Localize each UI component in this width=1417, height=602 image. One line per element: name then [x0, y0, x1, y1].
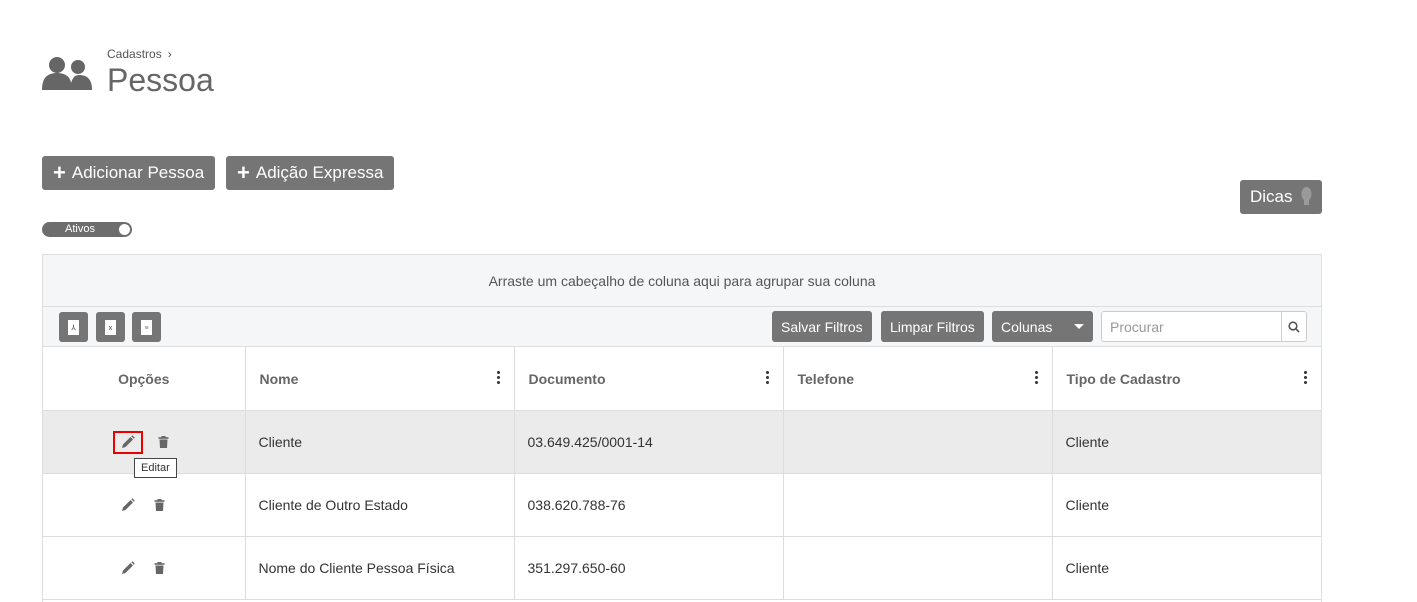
- cell-nome: Cliente: [245, 410, 515, 474]
- save-filters-button[interactable]: Salvar Filtros: [772, 311, 872, 342]
- express-add-button[interactable]: + Adição Expressa: [226, 156, 395, 190]
- express-add-label: Adição Expressa: [255, 163, 384, 182]
- excel-export-icon: x: [105, 319, 116, 335]
- edit-button[interactable]: [117, 558, 139, 578]
- cell-documento: 038.620.788-76: [514, 473, 784, 537]
- csv-export-button[interactable]: ≡: [132, 312, 161, 342]
- data-grid: Arraste um cabeçalho de coluna aqui para…: [42, 254, 1322, 602]
- row-options: [43, 536, 246, 600]
- table-row[interactable]: Nome do Cliente Pessoa Física 351.297.65…: [43, 536, 1321, 600]
- trash-icon: [154, 499, 165, 511]
- page-title: Pessoa: [107, 62, 214, 98]
- cell-documento: 03.649.425/0001-14: [514, 410, 784, 474]
- group-panel[interactable]: Arraste um cabeçalho de coluna aqui para…: [43, 255, 1321, 307]
- table-row[interactable]: Editar Cliente 03.649.425/0001-14 Client…: [43, 410, 1321, 478]
- column-title: Opções: [118, 370, 170, 387]
- delete-button[interactable]: [153, 432, 175, 452]
- toggle-label: Ativos: [65, 223, 95, 235]
- pdf-export-button[interactable]: ⅄: [59, 312, 88, 342]
- cell-tipo-cadastro: Cliente: [1052, 473, 1321, 537]
- delete-button[interactable]: [149, 558, 171, 578]
- pencil-icon: [121, 435, 135, 448]
- cell-telefone: [783, 410, 1053, 474]
- column-title: Documento: [528, 370, 606, 387]
- cell-nome: Cliente de Outro Estado: [245, 473, 515, 537]
- add-person-label: Adicionar Pessoa: [71, 163, 205, 182]
- column-menu-icon[interactable]: [1303, 371, 1307, 386]
- excel-export-button[interactable]: x: [96, 312, 125, 342]
- row-options: Editar: [43, 410, 246, 478]
- tips-button[interactable]: Dicas: [1240, 180, 1322, 214]
- column-title: Nome: [259, 370, 299, 387]
- column-menu-icon[interactable]: [496, 371, 500, 386]
- column-header-opcoes: Opções: [43, 347, 246, 411]
- search-button[interactable]: [1281, 312, 1306, 341]
- group-panel-hint: Arraste um cabeçalho de coluna aqui para…: [488, 272, 876, 289]
- trash-icon: [154, 562, 165, 574]
- columns-dropdown[interactable]: Colunas: [992, 311, 1093, 342]
- cell-tipo-cadastro: Cliente: [1052, 536, 1321, 600]
- pdf-export-icon: ⅄: [68, 319, 79, 335]
- search-box: [1101, 311, 1307, 342]
- caret-down-icon: [1074, 324, 1084, 329]
- pencil-icon: [121, 561, 135, 574]
- header-row: Opções Nome Documento Telefone Tipo de C…: [43, 347, 1321, 411]
- column-header-nome[interactable]: Nome: [245, 347, 515, 411]
- grid-toolbar: ⅄ x ≡ Salvar Filtros Limpar Filtros Colu…: [43, 307, 1321, 347]
- toggle-knob: [119, 224, 130, 235]
- lightbulb-icon: [1301, 187, 1312, 205]
- column-header-telefone[interactable]: Telefone: [783, 347, 1053, 411]
- data-table: Opções Nome Documento Telefone Tipo de C…: [43, 347, 1321, 600]
- pencil-icon: [121, 498, 135, 511]
- edit-button[interactable]: [117, 495, 139, 515]
- breadcrumb-link-cadastros[interactable]: Cadastros: [107, 47, 162, 61]
- breadcrumb-separator-icon: ›: [167, 47, 172, 61]
- columns-label: Colunas: [1001, 318, 1053, 335]
- add-person-button[interactable]: + Adicionar Pessoa: [42, 156, 216, 190]
- cell-nome: Nome do Cliente Pessoa Física: [245, 536, 515, 600]
- column-menu-icon[interactable]: [765, 371, 769, 386]
- cell-documento: 351.297.650-60: [514, 536, 784, 600]
- search-input[interactable]: [1102, 312, 1281, 341]
- search-icon: [1288, 320, 1300, 333]
- column-title: Tipo de Cadastro: [1066, 370, 1181, 387]
- column-header-documento[interactable]: Documento: [514, 347, 784, 411]
- cell-telefone: [783, 473, 1053, 537]
- breadcrumb: Cadastros ›: [107, 47, 172, 61]
- active-filter-toggle[interactable]: Ativos: [42, 222, 132, 237]
- plus-icon: +: [237, 160, 250, 185]
- trash-icon: [158, 436, 169, 448]
- delete-button[interactable]: [149, 495, 171, 515]
- column-title: Telefone: [797, 370, 855, 387]
- cell-tipo-cadastro: Cliente: [1052, 410, 1321, 474]
- cell-telefone: [783, 536, 1053, 600]
- table-row[interactable]: Cliente de Outro Estado 038.620.788-76 C…: [43, 473, 1321, 537]
- csv-export-icon: ≡: [141, 319, 152, 335]
- clear-filters-button[interactable]: Limpar Filtros: [881, 311, 984, 342]
- edit-button[interactable]: [112, 430, 143, 454]
- column-header-tipo-cadastro[interactable]: Tipo de Cadastro: [1052, 347, 1321, 411]
- column-menu-icon[interactable]: [1034, 371, 1038, 386]
- row-options: [43, 473, 246, 537]
- users-icon: [42, 57, 92, 90]
- tips-label: Dicas: [1250, 187, 1293, 206]
- plus-icon: +: [53, 160, 66, 185]
